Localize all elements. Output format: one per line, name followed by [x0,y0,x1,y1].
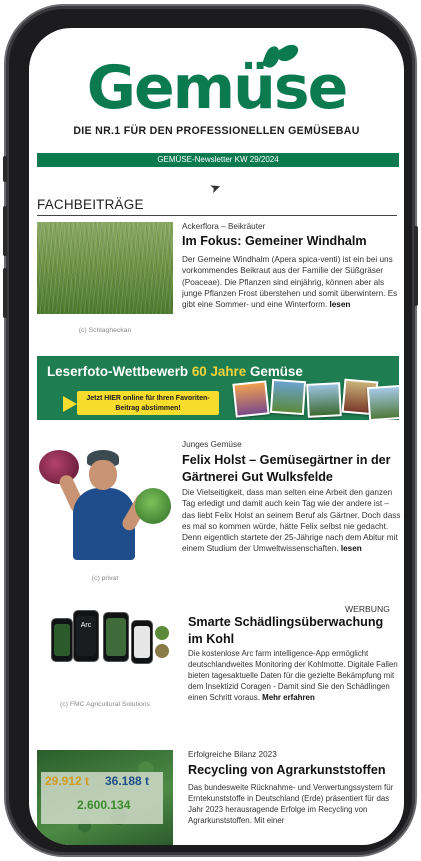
newsletter-screen[interactable]: Gemüse DIE NR.1 FÜR DEN PROFESSIONELLEN … [29,28,404,845]
article-teaser: Die Vielseitigkeit, dass man selten eine… [182,488,401,554]
read-more-link[interactable]: lesen [341,544,362,553]
image-caption: (c) privat [91,575,119,582]
power-button [414,226,418,306]
arrow-icon [63,396,77,412]
article-teaser: Der Gemeine Windhalm (Apera spica-venti)… [182,255,398,310]
volume-up-button [3,206,7,256]
read-more-link[interactable]: lesen [329,300,350,309]
article-image-felix-holst[interactable] [37,440,173,562]
mute-switch [3,156,7,182]
advertisement-label: WERBUNG [345,604,390,614]
section-title: FACHBEITRÄGE [37,197,144,212]
contest-photo [232,380,270,418]
brand-header: Gemüse [29,41,404,120]
article-headline[interactable]: Recycling von Agrarkunststoffen [188,762,400,779]
article-headline[interactable]: Felix Holst – Gemüsegärtner in der Gärtn… [182,452,400,486]
newsletter-issue-bar: GEMÜSE-Newsletter KW 29/2024 [37,153,399,167]
article-teaser: Das bundesweite Rücknahme- und Verwertun… [188,783,394,825]
photo-contest-banner[interactable]: Leserfoto-Wettbewerb 60 Jahre Gemüse Jet… [37,356,399,420]
image-caption: (c) FMC Agricultural Solutions [60,701,150,708]
brand-logo[interactable]: Gemüse [87,41,348,120]
image-caption: (c) Schlagheckan [78,327,132,334]
vote-button[interactable]: Jetzt HIER online für Ihren Favoriten-Be… [77,391,219,415]
banner-title: Leserfoto-Wettbewerb 60 Jahre Gemüse [47,364,303,379]
contest-photo [269,378,307,416]
volume-down-button [3,268,7,318]
article-kicker: Erfolgreiche Bilanz 2023 [188,750,277,759]
phone-frame: Gemüse DIE NR.1 FÜR DEN PROFESSIONELLEN … [3,6,418,855]
article-teaser: Die kostenlose Arc farm intelligence-App… [188,649,398,702]
article-image-arc-app[interactable]: Arc [43,608,171,680]
more-info-link[interactable]: Mehr erfahren [262,693,315,702]
stat-value: 29.912 t [45,774,90,788]
app-phone: Arc [73,610,99,662]
article-image-recycling[interactable]: 29.912 t 36.188 t 2.600.134 [37,750,173,845]
article-kicker: Junges Gemüse [182,440,242,449]
stat-value: 36.188 t [105,774,150,788]
article-kicker: Ackerflora – Beikräuter [182,222,266,231]
mouse-cursor-icon: ➤ [207,178,223,197]
green-lettuce [135,488,171,524]
contest-photo [306,382,342,418]
stat-value: 2.600.134 [77,798,131,812]
article-image-windhalm[interactable] [37,222,173,314]
article-headline[interactable]: Smarte Schädlingsüberwachung im Kohl [188,614,400,648]
section-divider [37,215,397,216]
article-headline[interactable]: Im Fokus: Gemeiner Windhalm [182,233,400,250]
contest-photo [366,384,399,420]
tagline: DIE NR.1 FÜR DEN PROFESSIONELLEN GEMÜSEB… [73,125,360,137]
